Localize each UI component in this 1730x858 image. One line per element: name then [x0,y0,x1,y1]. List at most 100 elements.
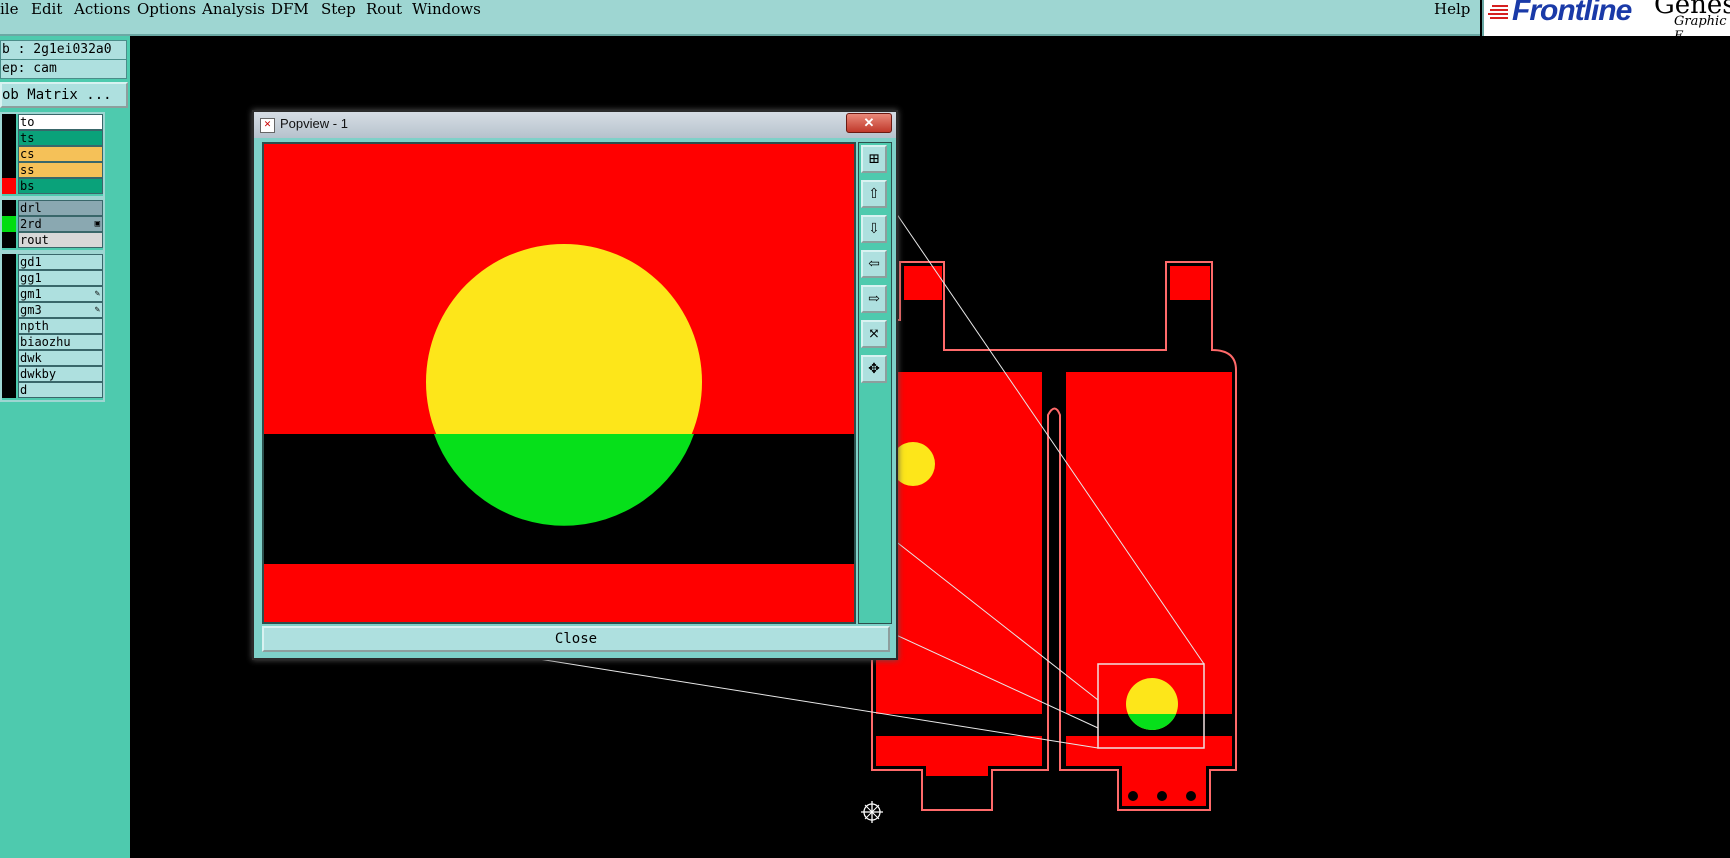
black-band-left [876,714,1042,736]
layer-row-npth[interactable]: npth [2,318,103,334]
mount-hole-2 [1157,791,1167,801]
popview-close-button[interactable]: Close [262,626,890,652]
zoom-fit-icon[interactable]: ⤧ [861,320,887,348]
menu-step[interactable]: Step [321,0,356,18]
menu-rout[interactable]: Rout [366,0,402,18]
layer-swatch[interactable] [2,334,16,350]
job-matrix-button[interactable]: ob Matrix ... [0,82,128,108]
mount-hole-1 [1128,791,1138,801]
layer-swatch[interactable] [2,270,16,286]
layer-name[interactable]: ts [18,130,103,146]
layer-name[interactable]: dwk [18,350,103,366]
layer-name[interactable]: gm1 ✎ [18,286,103,302]
popview-title: Popview - 1 [280,116,348,131]
layer-swatch[interactable] [2,114,16,130]
layer-row-cs[interactable]: cs [2,146,103,162]
menu-edit[interactable]: Edit [31,0,62,18]
layer-row-dwk[interactable]: dwk [2,350,103,366]
layer-name[interactable]: biaozhu [18,334,103,350]
datum-icon [861,801,883,823]
layer-swatch[interactable] [2,162,16,178]
layer-swatch[interactable] [2,318,16,334]
layer-name[interactable]: d [18,382,103,398]
popview-toolbar: ⊞ ⇧ ⇩ ⇦ ⇨ ⤧ ✥ [858,142,892,624]
pcb-board [871,261,1237,811]
layer-row-ts[interactable]: ts [2,130,103,146]
copper-left-tab [926,766,988,776]
layer-swatch[interactable] [2,216,16,232]
copper-main-left [876,372,1042,766]
layer-name[interactable]: bs [18,178,103,194]
layer-swatch[interactable] [2,200,16,216]
layer-name[interactable]: gd1 [18,254,103,270]
layer-mark-icon: ▣ [94,219,100,229]
menu-bar: ile Edit Actions Options Analysis DFM St… [0,0,1480,36]
layer-name[interactable]: rout [18,232,103,248]
menu-file[interactable]: ile [0,0,18,18]
layer-row-rout[interactable]: rout [2,232,103,248]
layer-mark-icon: ✎ [94,289,100,299]
layer-name[interactable]: ss [18,162,103,178]
layer-swatch[interactable] [2,254,16,270]
layer-row-d[interactable]: d [2,382,103,398]
brand-logo-text: Frontline [1512,0,1632,27]
black-notch-left [928,780,988,806]
layer-swatch[interactable] [2,232,16,248]
layer-row-dwkby[interactable]: dwkby [2,366,103,382]
layer-swatch[interactable] [2,350,16,366]
layer-group-misc: gd1 gg1 gm1 ✎ gm3 ✎ npth biaozhu dwk dwkby d [0,252,105,402]
popview-window: ✕ Popview - 1 ✕ ⊞ ⇧ ⇩ ⇦ ⇨ ⤧ ✥ Close [252,110,898,660]
brand-logo-area: Frontline Genesis Graphic E [1482,0,1730,44]
layer-name[interactable]: gg1 [18,270,103,286]
layer-row-gm3[interactable]: gm3 ✎ [2,302,103,318]
layer-row-biaozhu[interactable]: biaozhu [2,334,103,350]
popview-viewport[interactable] [262,142,856,624]
popview-titlebar[interactable]: ✕ Popview - 1 ✕ [254,112,896,138]
layer-swatch[interactable] [2,146,16,162]
layer-group-drill: drl 2rd ▣ rout [0,198,105,252]
copper-top-right [1170,266,1210,300]
layer-swatch[interactable] [2,130,16,146]
pan-left-icon[interactable]: ⇦ [861,250,887,278]
layer-row-gg1[interactable]: gg1 [2,270,103,286]
layer-swatch[interactable] [2,286,16,302]
layer-name[interactable]: drl [18,200,103,216]
layer-swatch[interactable] [2,302,16,318]
pv-black-band-overlay [264,434,432,564]
logo-stripes-icon [1488,5,1508,19]
pan-down-icon[interactable]: ⇩ [861,215,887,243]
menu-options[interactable]: Options [137,0,196,18]
menu-dfm[interactable]: DFM [271,0,309,18]
pan-up-icon[interactable]: ⇧ [861,180,887,208]
zoom-window-icon[interactable]: ⊞ [861,145,887,173]
layer-name[interactable]: dwkby [18,366,103,382]
layer-mark-icon: ✎ [94,305,100,315]
layer-name[interactable]: 2rd ▣ [18,216,103,232]
layer-row-drl[interactable]: drl [2,200,103,216]
layer-name[interactable]: cs [18,146,103,162]
layer-row-gm1[interactable]: gm1 ✎ [2,286,103,302]
layer-group-board: to ts cs ss bs [0,112,105,198]
layer-swatch[interactable] [2,178,16,194]
layer-name[interactable]: npth [18,318,103,334]
mount-hole-3 [1186,791,1196,801]
layer-name[interactable]: to [18,114,103,130]
popview-close-icon[interactable]: ✕ [846,113,892,133]
center-icon[interactable]: ✥ [861,355,887,383]
menu-actions[interactable]: Actions [74,0,130,18]
layer-row-2rd[interactable]: 2rd ▣ [2,216,103,232]
layer-row-bs[interactable]: bs [2,178,103,194]
pan-right-icon[interactable]: ⇨ [861,285,887,313]
layer-swatch[interactable] [2,366,16,382]
layer-row-ss[interactable]: ss [2,162,103,178]
pv-black-band-overlay-right [696,434,854,564]
layer-name[interactable]: gm3 ✎ [18,302,103,318]
layer-swatch[interactable] [2,382,16,398]
layer-row-to[interactable]: to [2,114,103,130]
popview-window-icon: ✕ [260,118,275,133]
menu-analysis[interactable]: Analysis [202,0,265,18]
menu-help[interactable]: Help [1434,0,1470,18]
layer-row-gd1[interactable]: gd1 [2,254,103,270]
pv-copper-bottom [264,564,854,622]
menu-windows[interactable]: Windows [412,0,481,18]
